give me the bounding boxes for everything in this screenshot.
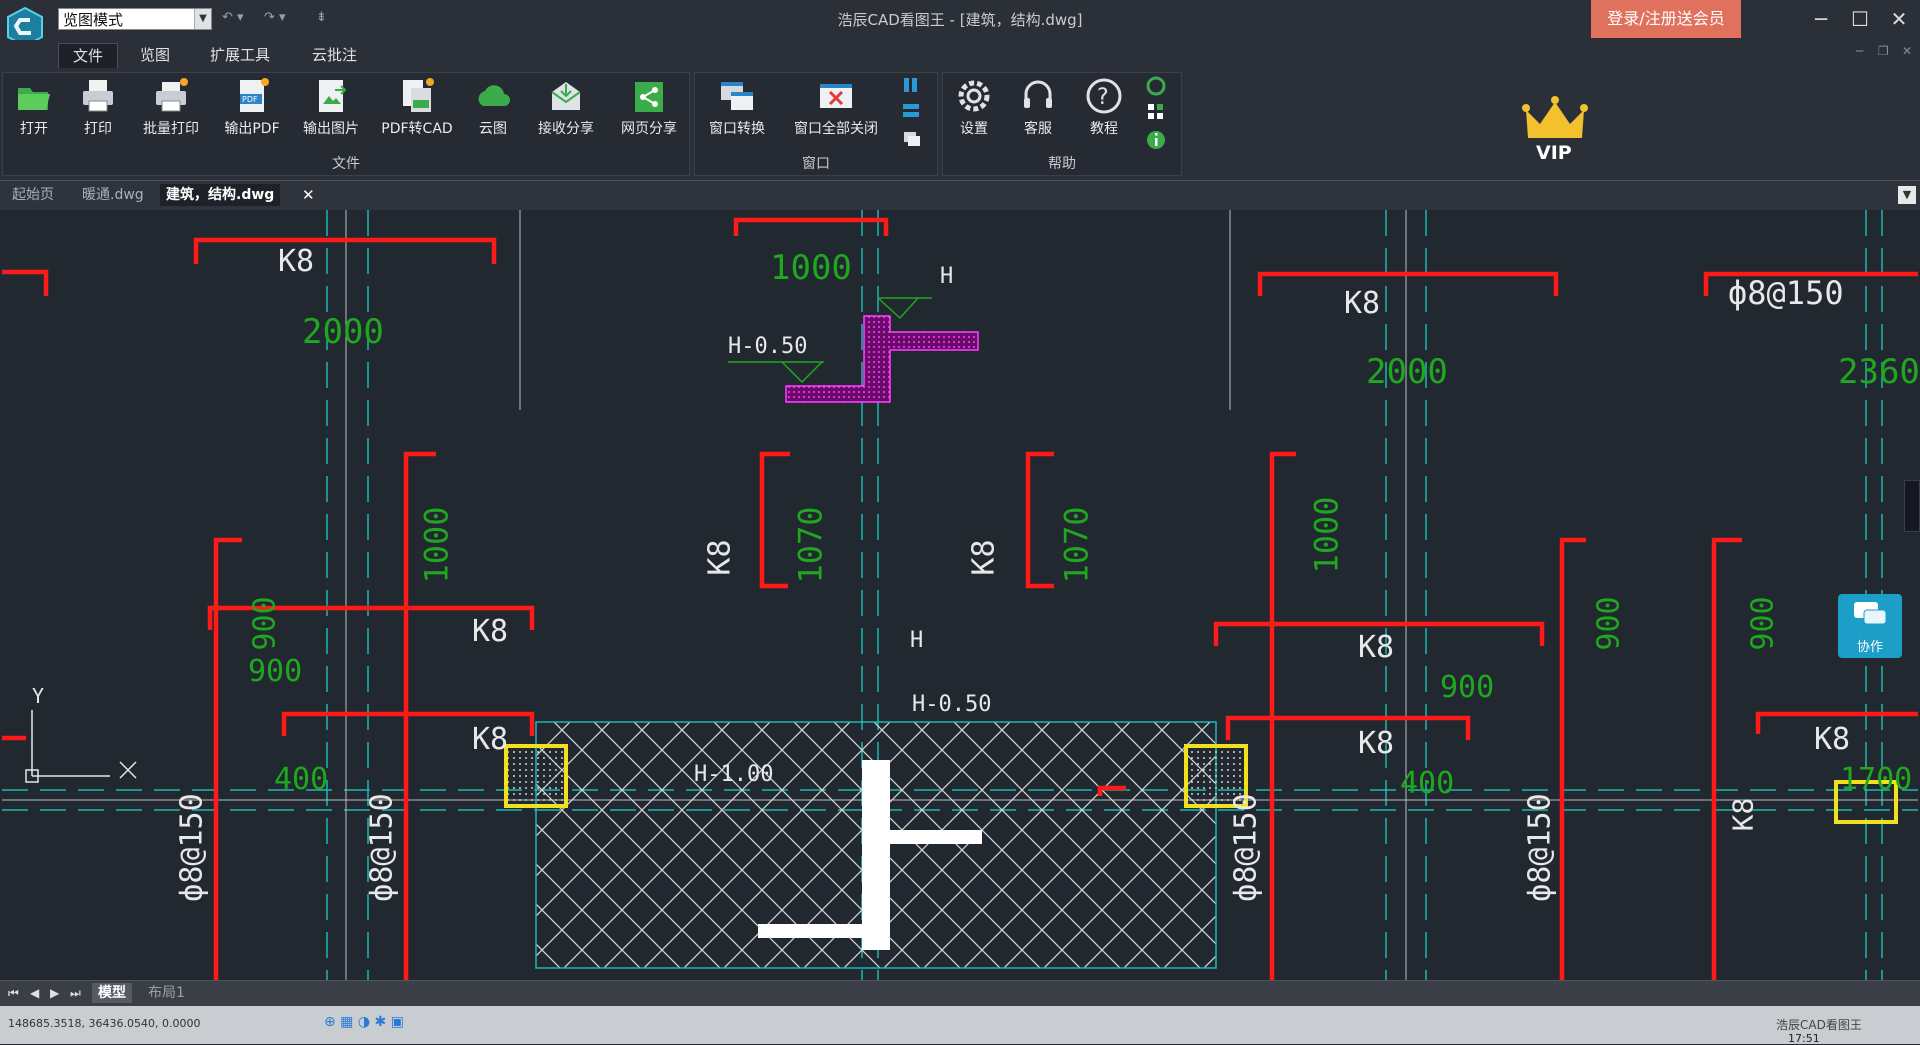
print-button[interactable]: 打印 — [76, 76, 120, 142]
printer-icon — [83, 80, 113, 112]
close-all-windows-label: 窗口全部关闭 — [794, 121, 878, 137]
customize-quickaccess-icon[interactable]: ⇟ — [316, 10, 327, 25]
menu-bar — [0, 40, 1920, 68]
group-label-window: 窗口 — [802, 156, 830, 172]
settings-label: 设置 — [960, 121, 988, 137]
status-bar — [0, 1006, 1920, 1044]
svg-text:PDF: PDF — [242, 95, 258, 104]
status-toggle-icons[interactable]: ⊕ ▦ ◑ ✱ ▣ — [324, 1014, 464, 1032]
open-label: 打开 — [20, 121, 48, 137]
export-image-button[interactable]: 输出图片 — [296, 76, 366, 142]
pdf-to-cad-label: PDF转CAD — [381, 121, 453, 137]
window-switch-button[interactable]: 窗口转换 — [702, 76, 772, 142]
gear-icon — [958, 80, 990, 112]
window-title: 浩辰CAD看图王 - [建筑，结构.dwg] — [837, 11, 1083, 29]
window-switch-label: 窗口转换 — [709, 121, 765, 137]
batch-printer-icon — [156, 78, 188, 112]
collaborate-label: 协作 — [1856, 640, 1883, 655]
pdf-export-icon: PDF — [240, 78, 269, 112]
svg-text:?: ? — [1097, 85, 1109, 110]
layout-tab-bar — [0, 980, 1920, 1007]
tab-hvac-dwg[interactable]: 暖通.dwg — [76, 184, 150, 206]
close-icon[interactable]: ✕ — [1882, 4, 1916, 34]
tab-model[interactable]: 模型 — [92, 983, 132, 1003]
headset-icon — [1024, 80, 1052, 108]
receive-share-label: 接收分享 — [538, 121, 594, 137]
window-arrange-icons[interactable] — [900, 76, 924, 150]
last-layout-icon[interactable]: ⏭ — [70, 986, 81, 1001]
cloud-drawing-button[interactable]: 云图 — [470, 76, 516, 142]
cursor-coordinates: 148685.3518, 36436.0540, 0.0000 — [8, 1017, 201, 1030]
section-detail — [728, 297, 979, 403]
vip-label: VIP — [1536, 142, 1572, 164]
drawing-canvas[interactable]: K8 K8 K8 K8 K8 K8 K8 K8 K8 K8 H H H-0.50… — [2, 210, 1918, 980]
tab-arch-structure-dwg[interactable]: 建筑，结构.dwg — [160, 184, 281, 206]
batch-print-label: 批量打印 — [143, 121, 199, 137]
vip-crown-icon[interactable]: VIP — [1520, 94, 1590, 166]
export-image-label: 输出图片 — [303, 121, 359, 137]
receive-share-icon — [551, 82, 581, 110]
chevron-down-icon[interactable]: ▼ — [194, 9, 211, 29]
doc-restore-icon[interactable]: ❐ — [1878, 44, 1889, 58]
settings-button[interactable]: 设置 — [952, 76, 996, 142]
help-question-icon: ? — [1086, 78, 1122, 114]
login-register-button[interactable]: 登录/注册送会员 — [1591, 0, 1741, 38]
tutorial-button[interactable]: ? 教程 — [1082, 76, 1126, 142]
group-label-file: 文件 — [332, 156, 360, 172]
image-export-icon — [319, 80, 347, 112]
collaborate-button[interactable]: 协作 — [1838, 594, 1902, 658]
tab-extend-tools[interactable]: 扩展工具 — [196, 43, 284, 67]
tab-layout1[interactable]: 布局1 — [142, 983, 191, 1003]
pdf-to-cad-button[interactable]: PDF转CAD — [380, 76, 454, 142]
group-label-help: 帮助 — [1048, 156, 1076, 172]
chat-bubbles-icon — [1854, 602, 1887, 625]
side-panel-handle[interactable] — [1904, 480, 1920, 532]
cloud-drawing-label: 云图 — [479, 121, 507, 137]
status-app-name: 浩辰CAD看图王 — [1776, 1018, 1862, 1032]
maximize-icon[interactable]: ☐ — [1843, 4, 1877, 34]
cloud-icon — [478, 85, 510, 106]
first-layout-icon[interactable]: ⏮ — [8, 986, 19, 1001]
tutorial-label: 教程 — [1090, 121, 1118, 137]
tabs-dropdown-icon[interactable]: ▼ — [1898, 186, 1916, 204]
tab-view[interactable]: 览图 — [126, 43, 184, 67]
view-mode-select[interactable]: 览图模式 ▼ — [58, 8, 212, 30]
open-button[interactable]: 打开 — [12, 76, 56, 142]
pdf-to-cad-icon — [403, 78, 434, 112]
web-share-button[interactable]: 网页分享 — [614, 76, 684, 142]
customer-service-label: 客服 — [1024, 121, 1052, 137]
tab-file[interactable]: 文件 — [58, 43, 119, 68]
share-icon — [635, 82, 663, 112]
clock-time: 17:51 — [1788, 1032, 1820, 1045]
customer-service-button[interactable]: 客服 — [1016, 76, 1060, 142]
doc-minimize-icon[interactable]: ─ — [1856, 44, 1863, 58]
close-all-windows-icon — [820, 84, 852, 108]
tab-cloud-annotation[interactable]: 云批注 — [298, 43, 371, 67]
doc-close-icon[interactable]: ✕ — [1902, 44, 1912, 58]
next-layout-icon[interactable]: ▶ — [50, 986, 59, 1000]
minimize-icon[interactable]: ─ — [1804, 4, 1838, 34]
document-tab-bar — [0, 180, 1920, 211]
receive-share-button[interactable]: 接收分享 — [532, 76, 600, 142]
prev-layout-icon[interactable]: ◀ — [30, 986, 39, 1000]
close-all-windows-button[interactable]: 窗口全部关闭 — [784, 76, 888, 142]
print-label: 打印 — [84, 121, 112, 137]
export-pdf-label: 输出PDF — [224, 121, 280, 137]
web-share-label: 网页分享 — [621, 121, 677, 137]
export-pdf-button[interactable]: PDF 输出PDF — [220, 76, 284, 142]
hatched-slab — [535, 721, 1217, 969]
view-mode-value: 览图模式 — [63, 11, 124, 29]
help-side-icons[interactable] — [1144, 76, 1168, 152]
folder-open-icon — [18, 88, 50, 110]
window-switch-icon — [721, 82, 753, 110]
ucs-axis-icon — [25, 710, 137, 783]
tab-start-page[interactable]: 起始页 — [6, 184, 60, 206]
redo-icon[interactable]: ↷ ▾ — [264, 10, 286, 25]
undo-icon[interactable]: ↶ ▾ — [222, 10, 244, 25]
tab-close-icon[interactable]: ✕ — [302, 186, 315, 204]
batch-print-button[interactable]: 批量打印 — [138, 76, 204, 142]
